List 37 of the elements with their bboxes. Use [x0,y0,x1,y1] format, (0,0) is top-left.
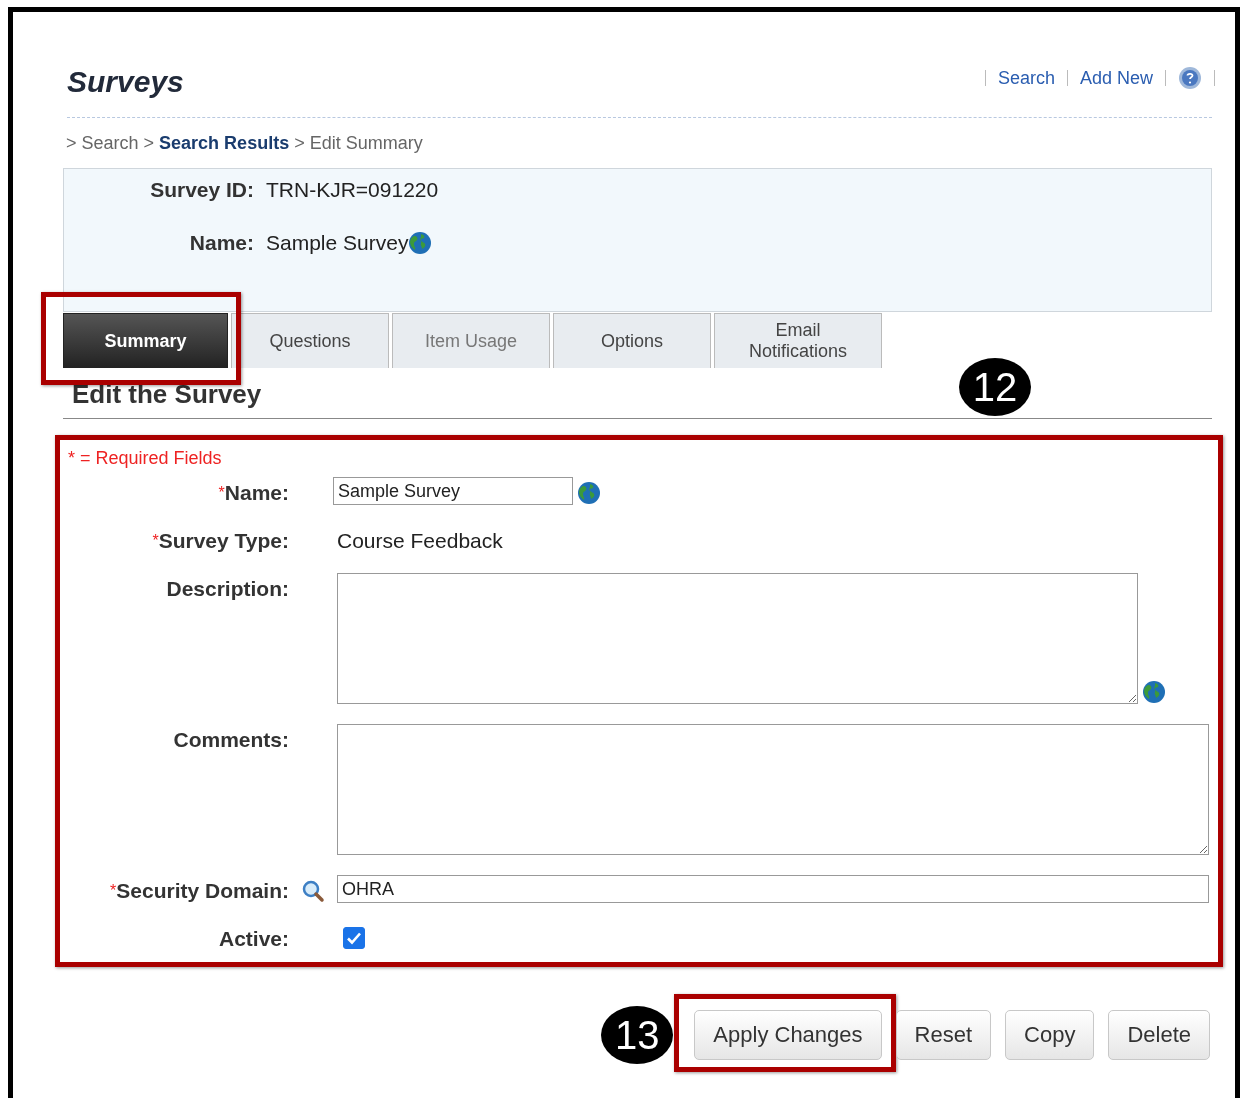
callout-number: 12 [959,358,1031,416]
tab[interactable]: Questions [231,313,389,368]
security-domain-field[interactable]: OHRA [337,875,1209,903]
action-button[interactable]: Apply Changes [694,1010,882,1060]
section-title: Edit the Survey [72,379,262,410]
info-label: Survey ID: [149,178,254,202]
active-checkbox[interactable] [343,927,365,949]
page-title: Surveys [67,65,184,99]
tab[interactable]: Options [553,313,711,368]
globe-icon [408,231,433,255]
info-value: Sample Survey [266,231,409,255]
info-label: Name: [188,231,254,255]
breadcrumb-separator: > [294,133,305,154]
field-label: Active: [218,927,289,951]
breadcrumb-separator: > [143,133,155,154]
action-button[interactable]: Reset [895,1010,992,1060]
tab[interactable]: Email Notifications [714,313,882,368]
globe-icon [577,481,601,505]
action-button[interactable]: Delete [1108,1010,1210,1060]
required-note: * = Required Fields [68,448,223,469]
info-value: TRN-KJR=091220 [266,178,439,202]
breadcrumb-link[interactable]: Search Results [159,133,290,154]
search-icon[interactable] [301,879,325,903]
breadcrumb-separator: > [66,133,77,154]
help-icon[interactable] [1178,66,1202,90]
breadcrumb-item: Edit Summary [309,133,423,154]
field-value: Course Feedback [337,528,503,553]
header-link[interactable]: Add New [1079,67,1153,89]
tab[interactable]: Summary [63,313,228,368]
breadcrumb-item: Search [81,133,139,154]
field-label: Comments: [173,728,289,752]
field-label: Description: [166,577,289,601]
globe-icon [1142,680,1166,704]
header-link[interactable]: Search [997,67,1055,89]
callout-number: 13 [601,1006,674,1064]
name-field[interactable]: Sample Survey [333,477,573,505]
action-button[interactable]: Copy [1005,1010,1095,1060]
